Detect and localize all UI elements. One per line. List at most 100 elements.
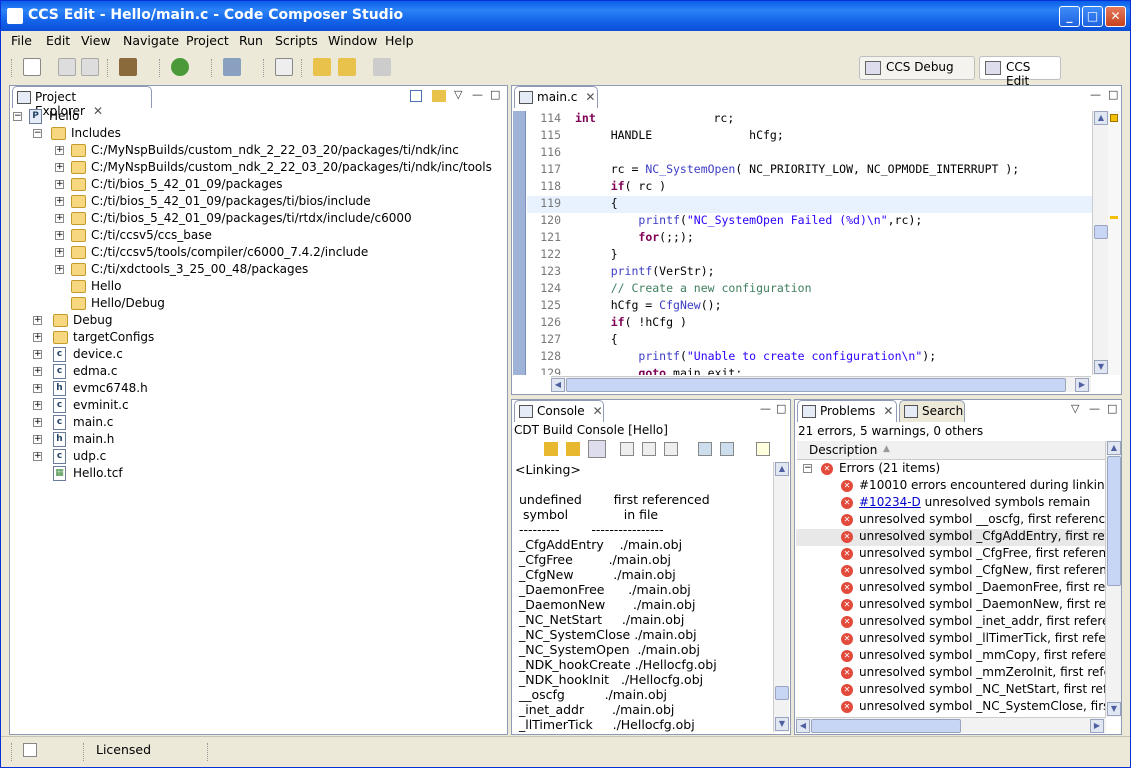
code-line[interactable]: 118 if( rc ) bbox=[527, 179, 1093, 196]
expand-icon[interactable]: + bbox=[55, 163, 64, 172]
scroll-thumb[interactable] bbox=[1094, 225, 1108, 239]
tree-item[interactable]: + c evminit.c bbox=[13, 398, 503, 415]
code-line[interactable]: 120 printf("NC_SystemOpen Failed (%d)\n"… bbox=[527, 213, 1093, 230]
scroll-down-icon[interactable]: ▼ bbox=[775, 717, 789, 731]
scroll-down-icon[interactable]: ▼ bbox=[1107, 702, 1121, 716]
tree-item[interactable]: + h evmc6748.h bbox=[13, 381, 503, 398]
tree-item[interactable]: + c edma.c bbox=[13, 364, 503, 381]
menu-run[interactable]: Run bbox=[239, 33, 263, 48]
close-icon[interactable]: ✕ bbox=[883, 404, 893, 418]
code-editor[interactable]: 114 int rc; 115 HANDLE hCfg; 116 117 rc = NC… bbox=[513, 111, 1093, 375]
minimize-view-icon[interactable]: — bbox=[760, 402, 771, 415]
title-bar[interactable]: CCS Edit - Hello/main.c - Code Composer … bbox=[1, 1, 1130, 31]
tree-item[interactable]: + C:/ti/bios_5_42_01_09/packages/ti/rtdx/… bbox=[13, 211, 503, 228]
open-perspective-icon[interactable] bbox=[275, 58, 293, 76]
scroll-lock-icon[interactable] bbox=[588, 440, 606, 458]
scroll-up-icon[interactable]: ▲ bbox=[1107, 441, 1121, 455]
problem-row[interactable]: ✕ #10234-D unresolved symbols remain bbox=[796, 495, 1106, 512]
code-line[interactable]: 125 hCfg = CfgNew(); bbox=[527, 298, 1093, 315]
new-console-icon[interactable] bbox=[756, 442, 770, 456]
scroll-right-icon[interactable]: ▶ bbox=[1075, 378, 1089, 392]
collapse-icon[interactable]: − bbox=[33, 129, 42, 138]
close-icon[interactable]: ✕ bbox=[585, 90, 595, 104]
editor-horizontal-scrollbar[interactable]: ◀ ▶ bbox=[551, 376, 1091, 392]
scroll-thumb[interactable] bbox=[566, 378, 1066, 392]
code-line[interactable]: 127 { bbox=[527, 332, 1093, 349]
console-vertical-scrollbar[interactable]: ▲ ▼ bbox=[773, 462, 789, 732]
maximize-view-icon[interactable]: □ bbox=[490, 88, 500, 101]
expand-icon[interactable]: + bbox=[33, 350, 42, 359]
console-option-icon[interactable] bbox=[620, 442, 634, 456]
problem-row[interactable]: ✕ unresolved symbol _inet_addr, first ref… bbox=[796, 614, 1106, 631]
back-arrow-icon[interactable] bbox=[338, 58, 356, 76]
problem-row[interactable]: ✕ #10010 errors encountered during linkin… bbox=[796, 478, 1106, 495]
perspective-ccs-edit[interactable]: CCS Edit bbox=[979, 56, 1061, 88]
description-column-header[interactable]: Description ▲ bbox=[797, 441, 1107, 460]
expand-icon[interactable]: + bbox=[33, 435, 42, 444]
code-line[interactable]: 119 { bbox=[527, 196, 1093, 213]
scroll-thumb[interactable] bbox=[775, 686, 789, 700]
minimize-view-icon[interactable]: — bbox=[1089, 402, 1100, 415]
collapse-all-icon[interactable] bbox=[410, 90, 422, 102]
menu-navigate[interactable]: Navigate bbox=[123, 33, 179, 48]
console-option-icon[interactable] bbox=[642, 442, 656, 456]
menu-project[interactable]: Project bbox=[186, 33, 229, 48]
problem-group[interactable]: − ✕ Errors (21 items) bbox=[796, 461, 1106, 478]
tree-item[interactable]: + C:/ti/ccsv5/tools/compiler/c6000_7.4.2/… bbox=[13, 245, 503, 262]
code-line[interactable]: 114 int rc; bbox=[527, 111, 1093, 128]
tree-item[interactable]: + C:/MyNspBuilds/custom_ndk_2_22_03_20/pa… bbox=[13, 160, 503, 177]
menu-scripts[interactable]: Scripts bbox=[275, 33, 318, 48]
code-line[interactable]: 124 // Create a new configuration bbox=[527, 281, 1093, 298]
problems-horizontal-scrollbar[interactable]: ◀ ▶ bbox=[796, 717, 1106, 733]
expand-icon[interactable]: + bbox=[55, 248, 64, 257]
collapse-icon[interactable]: − bbox=[13, 112, 22, 121]
save-icon[interactable] bbox=[58, 58, 76, 76]
problem-row[interactable]: ✕ unresolved symbol __oscfg, first refere… bbox=[796, 512, 1106, 529]
editor-vertical-scrollbar[interactable]: ▲ ▼ bbox=[1092, 111, 1108, 375]
expand-icon[interactable]: + bbox=[33, 384, 42, 393]
tree-item[interactable]: + C:/ti/bios_5_42_01_09/packages/ti/bios/… bbox=[13, 194, 503, 211]
code-line[interactable]: 123 printf(VerStr); bbox=[527, 264, 1093, 281]
tree-item[interactable]: Hello/Debug bbox=[13, 296, 503, 313]
expand-icon[interactable]: + bbox=[33, 401, 42, 410]
expand-icon[interactable]: + bbox=[33, 452, 42, 461]
menu-window[interactable]: Window bbox=[328, 33, 377, 48]
tree-item[interactable]: + C:/ti/bios_5_42_01_09/packages bbox=[13, 177, 503, 194]
expand-icon[interactable]: + bbox=[55, 265, 64, 274]
code-line[interactable]: 126 if( !hCfg ) bbox=[527, 315, 1093, 332]
display-console-icon[interactable] bbox=[720, 442, 734, 456]
problem-row[interactable]: ✕ unresolved symbol _CfgFree, first refer… bbox=[796, 546, 1106, 563]
problem-row[interactable]: ✕ unresolved symbol _DaemonNew, first ref… bbox=[796, 597, 1106, 614]
build-hammer-icon[interactable] bbox=[119, 58, 137, 76]
warning-marker-icon[interactable] bbox=[1110, 216, 1118, 219]
tree-item[interactable]: + h main.h bbox=[13, 432, 503, 449]
code-line[interactable]: 117 rc = NC_SystemOpen( NC_PRIORITY_LOW,… bbox=[527, 162, 1093, 179]
problem-row[interactable]: ✕ unresolved symbol _NC_NetStart, first r… bbox=[796, 682, 1106, 699]
expand-icon[interactable]: + bbox=[55, 146, 64, 155]
code-line[interactable]: 121 for(;;); bbox=[527, 230, 1093, 247]
close-icon[interactable]: ✕ bbox=[593, 404, 603, 418]
scroll-thumb[interactable] bbox=[811, 719, 961, 733]
maximize-view-icon[interactable]: □ bbox=[1108, 88, 1118, 101]
link-editor-icon[interactable] bbox=[432, 90, 446, 102]
problem-row[interactable]: ✕ unresolved symbol _DaemonFree, first re… bbox=[796, 580, 1106, 597]
tab-search[interactable]: Search bbox=[899, 400, 965, 422]
menu-file[interactable]: File bbox=[11, 33, 32, 48]
tree-item[interactable]: + Debug bbox=[13, 313, 503, 330]
tree-item[interactable]: + C:/ti/ccsv5/ccs_base bbox=[13, 228, 503, 245]
expand-icon[interactable]: + bbox=[55, 197, 64, 206]
code-line[interactable]: 122 } bbox=[527, 247, 1093, 264]
code-line[interactable]: 129 goto main_exit; bbox=[527, 366, 1093, 375]
pin-console-icon[interactable] bbox=[698, 442, 712, 456]
expand-icon[interactable]: + bbox=[33, 418, 42, 427]
view-menu-icon[interactable]: ▽ bbox=[454, 88, 462, 101]
save-all-icon[interactable] bbox=[81, 58, 99, 76]
expand-icon[interactable]: + bbox=[33, 333, 42, 342]
perspective-ccs-debug[interactable]: CCS Debug bbox=[859, 56, 975, 80]
tree-item[interactable]: + C:/ti/xdctools_3_25_00_48/packages bbox=[13, 262, 503, 279]
scroll-left-icon[interactable]: ◀ bbox=[551, 378, 565, 392]
tab-project-explorer[interactable]: Project Explorer ✕ bbox=[12, 86, 152, 118]
fast-view-icon[interactable] bbox=[23, 743, 37, 757]
scroll-up-icon[interactable]: ▲ bbox=[775, 462, 789, 476]
scroll-up-icon[interactable]: ▲ bbox=[1094, 111, 1108, 125]
